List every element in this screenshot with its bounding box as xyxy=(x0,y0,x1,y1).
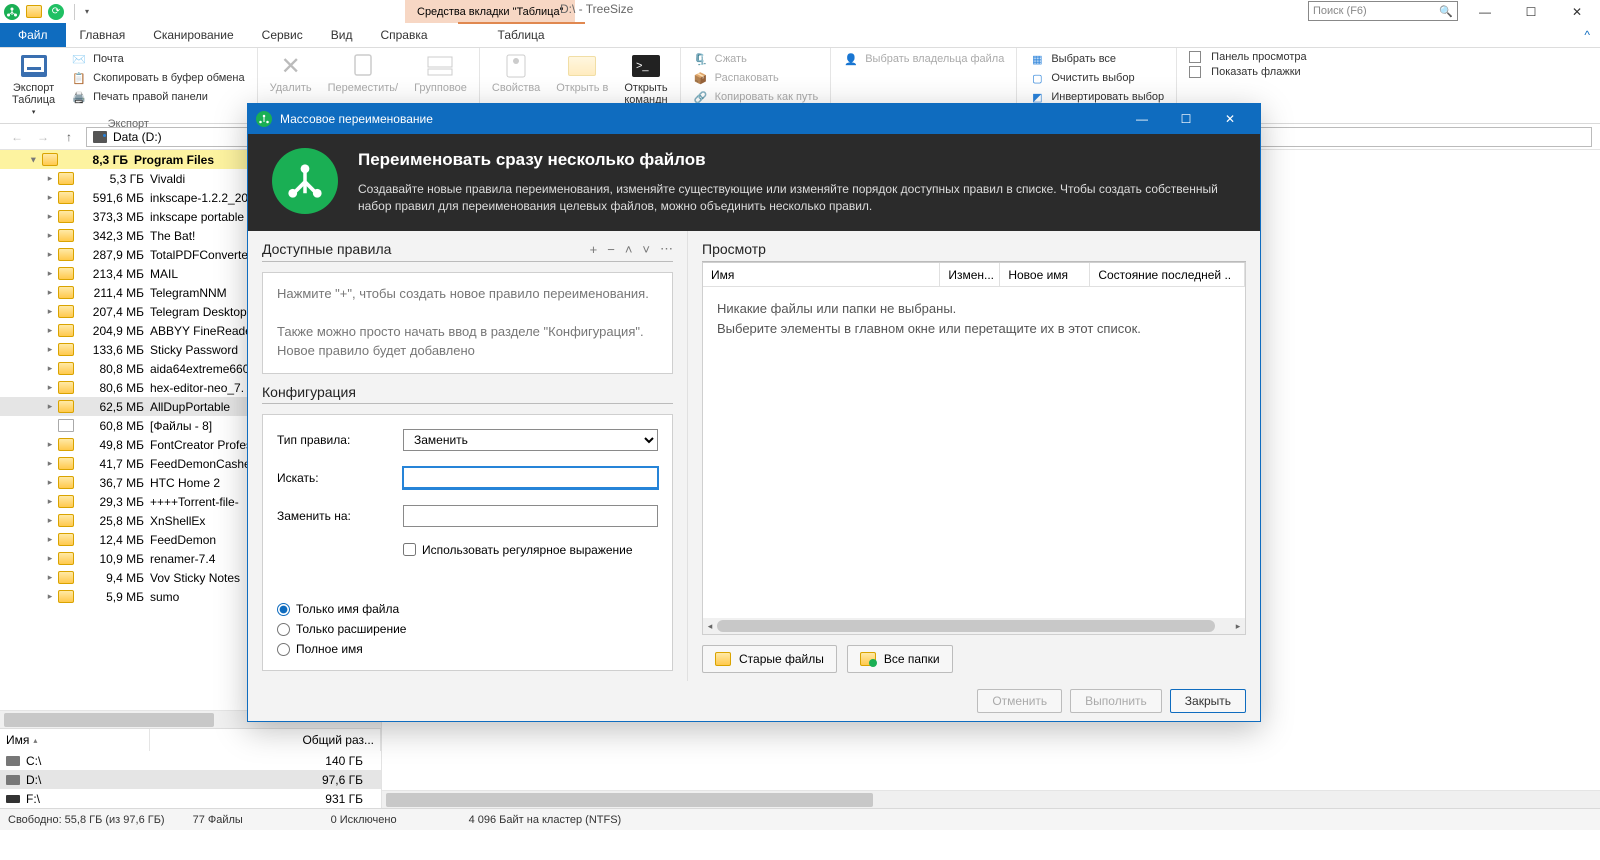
menu-tab-table[interactable]: Таблица xyxy=(458,23,585,47)
group-rename-button: Групповое xyxy=(410,50,471,96)
rules-hint: Нажмите "+", чтобы создать новое правило… xyxy=(262,272,673,373)
maximize-button[interactable]: ☐ xyxy=(1508,0,1554,23)
preview-col-name[interactable]: Имя xyxy=(703,263,940,286)
rules-add-icon[interactable]: + xyxy=(590,242,598,257)
show-flags-checkbox[interactable]: Показать флажки xyxy=(1185,65,1310,79)
preview-scrollbar-h[interactable]: ◂▸ xyxy=(703,618,1245,634)
radio-fullname[interactable]: Полное имя xyxy=(277,642,658,656)
replace-input[interactable] xyxy=(403,505,658,527)
search-box[interactable]: Поиск (F6) 🔍 xyxy=(1308,1,1458,21)
copy-clipboard-button[interactable]: 📋Скопировать в буфер обмена xyxy=(67,69,248,87)
menu-file[interactable]: Файл xyxy=(0,23,66,47)
app-icon xyxy=(4,4,20,20)
move-button: Переместить/ xyxy=(324,50,402,96)
rules-remove-icon[interactable]: − xyxy=(607,242,615,257)
rules-up-icon[interactable]: ˄ xyxy=(625,242,633,257)
drive-icon xyxy=(93,131,107,143)
close-dialog-button[interactable]: Закрыть xyxy=(1170,689,1246,713)
drives-table: Имя▴ Общий раз... C:\140 ГБD:\97,6 ГБF:\… xyxy=(0,728,381,808)
dialog-close-button[interactable]: ✕ xyxy=(1208,104,1252,134)
menu-tab-scan[interactable]: Сканирование xyxy=(139,23,247,47)
preview-col-status[interactable]: Состояние последней .. xyxy=(1090,263,1245,286)
qat-refresh-icon[interactable]: ⟳ xyxy=(48,4,64,20)
export-table-button[interactable]: Экспорт Таблица ▾ xyxy=(8,50,59,118)
all-folders-button[interactable]: Все папки xyxy=(847,645,953,673)
dialog-minimize-button[interactable]: — xyxy=(1120,104,1164,134)
preview-panel-checkbox[interactable]: Панель просмотра xyxy=(1185,50,1310,64)
preview-panel-title: Просмотр xyxy=(702,241,766,257)
preview-empty-text: Никакие файлы или папки не выбраны. Выбе… xyxy=(703,287,1245,618)
clear-selection-button[interactable]: ▢Очистить выбор xyxy=(1025,69,1168,87)
run-button: Выполнить xyxy=(1070,689,1162,713)
qat-separator xyxy=(74,4,75,20)
mail-button[interactable]: ✉️Почта xyxy=(67,50,248,68)
close-button[interactable]: ✕ xyxy=(1554,0,1600,23)
search-placeholder: Поиск (F6) xyxy=(1313,5,1367,17)
preview-col-newname[interactable]: Новое имя xyxy=(1000,263,1090,286)
dialog-maximize-button[interactable]: ☐ xyxy=(1164,104,1208,134)
rules-more-icon[interactable]: ⋯ xyxy=(660,241,673,257)
menu-tab-view[interactable]: Вид xyxy=(317,23,367,47)
status-bar: Свободно: 55,8 ГБ (из 97,6 ГБ) 77 Файлы … xyxy=(0,808,1600,830)
dialog-heading: Переименовать сразу несколько файлов xyxy=(358,148,1240,173)
cancel-button: Отменить xyxy=(977,689,1062,713)
drive-row[interactable]: D:\97,6 ГБ xyxy=(0,770,381,789)
preview-col-changed[interactable]: Измен... xyxy=(940,263,1000,286)
unpack-button: 📦Распаковать xyxy=(689,69,823,87)
status-free: Свободно: 55,8 ГБ (из 97,6 ГБ) xyxy=(8,814,165,826)
rules-panel-title: Доступные правила xyxy=(262,241,391,257)
title-bar: ⟳ ▾ Средства вкладки "Таблица" D:\ - Tre… xyxy=(0,0,1600,23)
qat-customize-icon[interactable]: ▾ xyxy=(85,7,89,16)
ribbon-collapse-icon[interactable]: ^ xyxy=(1574,23,1600,47)
radio-filename[interactable]: Только имя файла xyxy=(277,602,658,616)
dialog-logo-icon xyxy=(272,148,338,214)
menu-bar: Файл Главная Сканирование Сервис Вид Спр… xyxy=(0,23,1600,48)
regex-checkbox[interactable] xyxy=(403,543,416,556)
drive-row[interactable]: C:\140 ГБ xyxy=(0,751,381,770)
contextual-tab-header: Средства вкладки "Таблица" xyxy=(405,0,575,23)
search-icon: 🔍 xyxy=(1439,5,1453,18)
dialog-header: Переименовать сразу несколько файлов Соз… xyxy=(248,134,1260,231)
open-cmd-button[interactable]: >_ Открыть командн xyxy=(620,50,671,108)
qat-open-icon[interactable] xyxy=(26,5,42,18)
window-title: D:\ - TreeSize xyxy=(560,2,633,16)
drives-col-name[interactable]: Имя▴ xyxy=(0,729,150,751)
search-label: Искать: xyxy=(277,471,393,485)
regex-label: Использовать регулярное выражение xyxy=(422,543,633,557)
old-files-button[interactable]: Старые файлы xyxy=(702,645,837,673)
ribbon-group-export-label: Экспорт xyxy=(8,118,249,132)
menu-tab-help[interactable]: Справка xyxy=(366,23,441,47)
open-in-button: Открыть в xyxy=(552,50,612,96)
minimize-button[interactable]: — xyxy=(1462,0,1508,23)
rule-type-label: Тип правила: xyxy=(277,433,393,447)
dialog-title: Массовое переименование xyxy=(280,112,433,126)
radio-extension[interactable]: Только расширение xyxy=(277,622,658,636)
rule-type-select[interactable]: Заменить xyxy=(403,429,658,451)
bulk-rename-dialog: Массовое переименование — ☐ ✕ Переименов… xyxy=(247,103,1261,722)
delete-button: ✕ Удалить xyxy=(266,50,316,96)
print-right-button[interactable]: 🖨️Печать правой панели xyxy=(67,88,248,106)
select-owner-button: 👤Выбрать владельца файла xyxy=(839,50,1008,68)
status-excluded: 0 Исключено xyxy=(331,814,441,826)
menu-tab-home[interactable]: Главная xyxy=(66,23,140,47)
status-files: 77 Файлы xyxy=(193,814,303,826)
search-input[interactable] xyxy=(403,467,658,489)
rules-down-icon[interactable]: ˅ xyxy=(642,242,650,257)
dialog-app-icon xyxy=(256,111,272,127)
config-panel-title: Конфигурация xyxy=(262,384,673,404)
properties-button: Свойства xyxy=(488,50,544,96)
drive-row[interactable]: F:\931 ГБ xyxy=(0,789,381,808)
dialog-titlebar[interactable]: Массовое переименование — ☐ ✕ xyxy=(248,104,1260,134)
dialog-description: Создавайте новые правила переименования,… xyxy=(358,181,1240,216)
status-cluster: 4 096 Байт на кластер (NTFS) xyxy=(469,814,622,826)
preview-table: Имя Измен... Новое имя Состояние последн… xyxy=(702,262,1246,635)
drives-col-size[interactable]: Общий раз... xyxy=(150,729,381,751)
menu-tab-service[interactable]: Сервис xyxy=(248,23,317,47)
replace-label: Заменить на: xyxy=(277,509,393,523)
compress-button: 🗜️Сжать xyxy=(689,50,823,68)
select-all-button[interactable]: ▦Выбрать все xyxy=(1025,50,1168,68)
list-scrollbar-h[interactable] xyxy=(382,790,1600,808)
